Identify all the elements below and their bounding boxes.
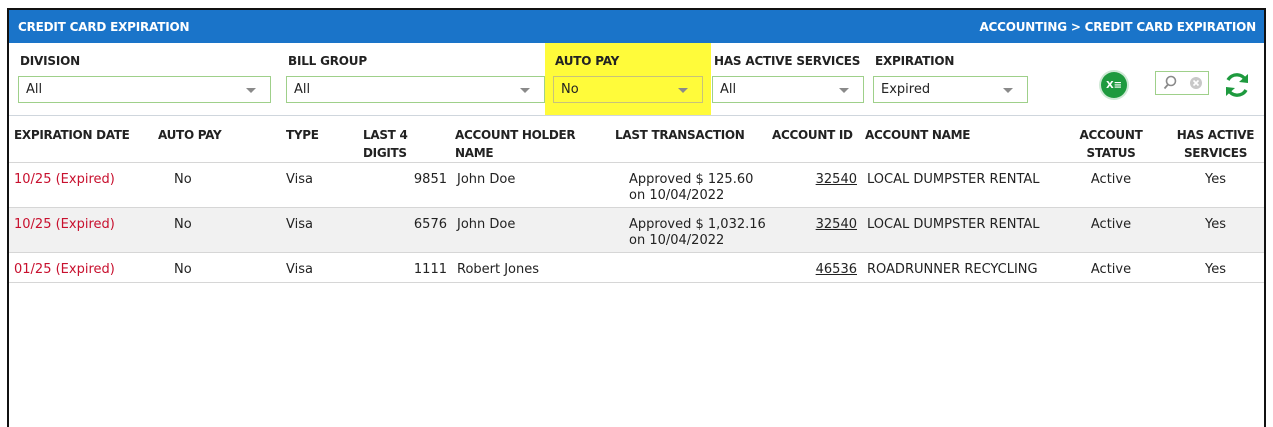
division-label: DIVISION [20,54,80,68]
has-active-cell: Yes [1167,162,1264,208]
col-account-name[interactable]: ACCOUNT NAME [865,115,1055,163]
account-status-cell: Active [1055,162,1167,208]
col-account-id[interactable]: ACCOUNT ID [772,115,865,163]
col-account-holder-line2: NAME [455,146,494,160]
last-4-cell: 6576 [363,207,455,253]
type-cell: Visa [286,162,363,208]
excel-icon-label: X≡ [1105,79,1123,91]
auto-pay-cell: No [158,207,286,253]
refresh-icon[interactable] [1222,70,1252,100]
last-4-cell: 9851 [363,162,455,208]
table-row[interactable]: 10/25 (Expired) No Visa 9851 John Doe Ap… [9,162,1264,208]
expiration-label: EXPIRATION [875,54,955,68]
report-window: CREDIT CARD EXPIRATION ACCOUNTING > CRED… [7,8,1266,427]
holder-cell: Robert Jones [455,252,615,283]
holder-cell: John Doe [455,207,615,253]
expiration-filter: EXPIRATION Expired [873,43,1033,115]
last-transaction-cell: Approved $ 125.60 on 10/04/2022 [615,162,772,208]
type-cell: Visa [286,207,363,253]
bill-group-filter: BILL GROUP All [286,43,556,115]
expiration-cell: 10/25 (Expired) [9,162,158,208]
filter-bar: DIVISION All BILL GROUP All AUTO PAY No … [9,43,1264,115]
col-account-status-line2: STATUS [1086,146,1136,160]
last-transaction-cell: Approved $ 1,032.16 on 10/04/2022 [615,207,772,253]
account-id-link[interactable]: 46536 [772,252,865,283]
division-value: All [26,82,43,97]
has-active-services-filter: HAS ACTIVE SERVICES All [712,43,867,115]
col-has-active-services[interactable]: HAS ACTIVE SERVICES [1167,115,1264,163]
auto-pay-select[interactable]: No [553,76,703,103]
account-id-link[interactable]: 32540 [772,162,865,208]
transaction-line2: on 10/04/2022 [629,188,725,203]
table-header-row: EXPIRATION DATE AUTO PAY TYPE LAST 4 DIG… [9,115,1264,163]
excel-export-icon[interactable]: X≡ [1101,72,1127,98]
division-filter: DIVISION All [18,43,280,115]
col-account-status-line1: ACCOUNT [1079,128,1143,142]
chevron-down-icon [678,88,688,93]
col-account-status[interactable]: ACCOUNT STATUS [1055,115,1167,163]
col-account-holder-line1: ACCOUNT HOLDER [455,128,576,142]
table-row[interactable]: 01/25 (Expired) No Visa 1111 Robert Jone… [9,252,1264,283]
bill-group-value: All [294,82,311,97]
holder-cell: John Doe [455,162,615,208]
auto-pay-cell: No [158,162,286,208]
has-active-services-value: All [720,82,737,97]
bill-group-label: BILL GROUP [288,54,367,68]
search-icon[interactable] [1162,75,1178,91]
table-row[interactable]: 10/25 (Expired) No Visa 6576 John Doe Ap… [9,207,1264,253]
chevron-down-icon [246,88,256,93]
chevron-down-icon [839,88,849,93]
has-active-services-label: HAS ACTIVE SERVICES [714,54,861,68]
account-status-cell: Active [1055,252,1167,283]
breadcrumb[interactable]: ACCOUNTING > CREDIT CARD EXPIRATION [979,20,1256,34]
col-type[interactable]: TYPE [286,115,363,163]
col-has-active-line1: HAS ACTIVE [1176,128,1255,142]
col-last-4-digits[interactable]: LAST 4 DIGITS [363,115,455,163]
account-status-cell: Active [1055,207,1167,253]
transaction-line2: on 10/04/2022 [629,233,725,248]
expiration-cell: 10/25 (Expired) [9,207,158,253]
last-4-cell: 1111 [363,252,455,283]
page-title: CREDIT CARD EXPIRATION [18,19,190,34]
account-name-cell: LOCAL DUMPSTER RENTAL [865,207,1055,253]
col-expiration-date[interactable]: EXPIRATION DATE [9,115,158,163]
account-name-cell: ROADRUNNER RECYCLING [865,252,1055,283]
col-last-transaction[interactable]: LAST TRANSACTION [615,115,772,163]
title-bar: CREDIT CARD EXPIRATION ACCOUNTING > CRED… [9,10,1264,43]
auto-pay-filter: AUTO PAY No [545,43,711,115]
chevron-down-icon [520,88,530,93]
credit-card-table: EXPIRATION DATE AUTO PAY TYPE LAST 4 DIG… [9,115,1264,283]
type-cell: Visa [286,252,363,283]
bill-group-select[interactable]: All [286,76,545,103]
expiration-select[interactable]: Expired [873,76,1028,103]
auto-pay-label: AUTO PAY [555,54,620,68]
auto-pay-cell: No [158,252,286,283]
expiration-value: Expired [881,82,931,97]
has-active-cell: Yes [1167,252,1264,283]
account-id-link[interactable]: 32540 [772,207,865,253]
transaction-line1: Approved $ 125.60 [629,172,754,187]
chevron-down-icon [1003,88,1013,93]
col-auto-pay[interactable]: AUTO PAY [158,115,286,163]
has-active-services-select[interactable]: All [712,76,864,103]
col-has-active-line2: SERVICES [1183,146,1248,160]
col-account-holder-name[interactable]: ACCOUNT HOLDER NAME [455,115,615,163]
division-select[interactable]: All [18,76,271,103]
account-name-cell: LOCAL DUMPSTER RENTAL [865,162,1055,208]
last-transaction-cell [615,252,772,283]
auto-pay-value: No [561,82,579,97]
search-box[interactable] [1155,71,1209,95]
has-active-cell: Yes [1167,207,1264,253]
expiration-cell: 01/25 (Expired) [9,252,158,283]
transaction-line1: Approved $ 1,032.16 [629,217,766,232]
clear-icon[interactable] [1189,76,1203,90]
